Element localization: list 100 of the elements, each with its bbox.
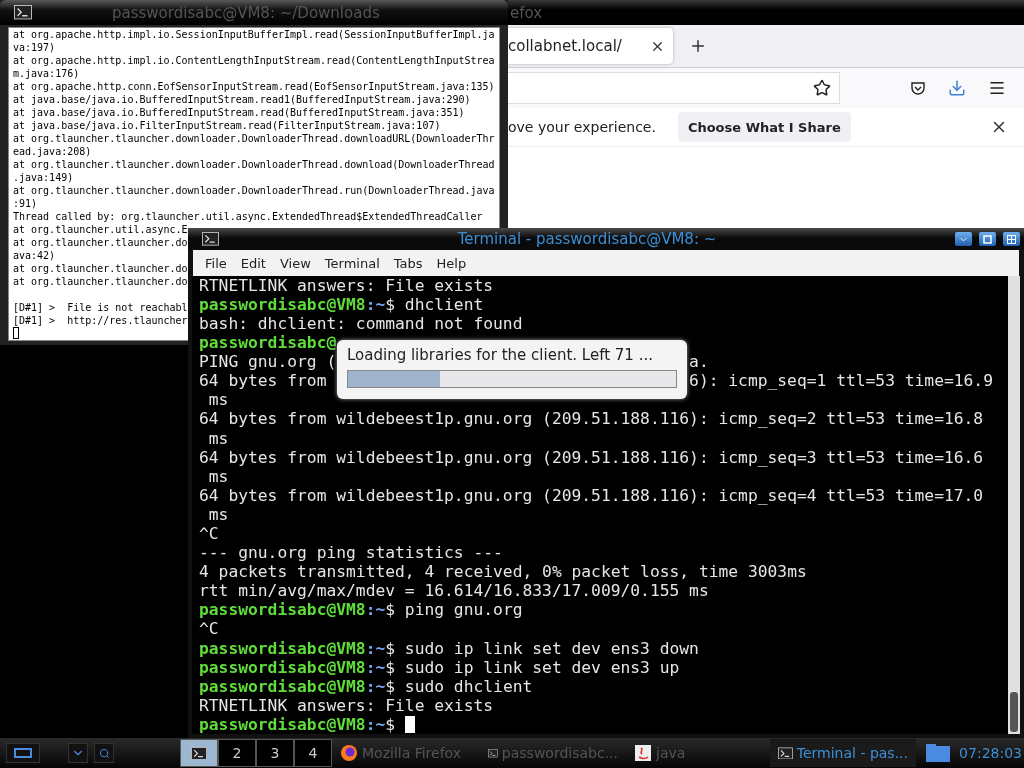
menu-item[interactable]: View bbox=[273, 253, 317, 273]
output-line: a. bbox=[689, 352, 709, 372]
prompt-user: passwordisabc@VM8 bbox=[199, 600, 366, 620]
output-line: ava:42) bbox=[13, 250, 56, 261]
terminal-icon bbox=[191, 746, 207, 760]
prompt-path: :~ bbox=[365, 714, 386, 734]
prompt-path: :~ bbox=[365, 600, 386, 620]
clock: 07:28:03 bbox=[959, 745, 1022, 761]
task-button[interactable]: Terminal - pas... bbox=[770, 739, 916, 767]
output-line: at org.apache.http.conn.EofSensorInputStream.read(EofSensorInputStream.java:135) bbox=[13, 81, 495, 92]
window-title: Terminal - passwordisabc@VM8: ~ bbox=[456, 230, 718, 249]
workspace-button[interactable] bbox=[180, 739, 218, 767]
search-icon bbox=[98, 747, 110, 759]
output-line: m.java:176) bbox=[13, 68, 80, 79]
output-line: at java.base/java.io.FilterInputStream.read(FilterInputStream.java:107) bbox=[13, 120, 441, 131]
prompt-user: passwordisabc@ bbox=[199, 333, 337, 353]
workspace-button[interactable]: 2 bbox=[218, 739, 256, 767]
menu-item[interactable]: Tabs bbox=[387, 253, 429, 273]
output-line: 6): icmp_seq=1 ttl=53 time=16.9 bbox=[689, 371, 993, 391]
prompt-user: passwordisabc@VM8 bbox=[199, 294, 366, 314]
command-text: $ bbox=[385, 714, 397, 734]
output-line: 64 bytes from wildebeest1p.gnu.org (209.51.188.116): icmp_seq=2 ttl=53 time=16.8 bbox=[199, 409, 984, 429]
prompt-path: :~ bbox=[365, 294, 386, 314]
minimize-button[interactable] bbox=[955, 232, 972, 247]
prompt-user: passwordisabc@VM8 bbox=[199, 638, 366, 658]
output-line: at org.tlauncher.util.async.E bbox=[13, 224, 188, 235]
menu-item[interactable]: File bbox=[199, 253, 233, 273]
command-text: $ sudo ip link set dev ens3 up bbox=[385, 657, 680, 677]
output-line: Thread called by: org.tlauncher.util.async.ExtendedThread$ExtendedThreadCaller bbox=[13, 211, 483, 222]
output-line: [D#1] > http://res.tlauncher bbox=[13, 315, 188, 326]
grid-icon bbox=[1007, 234, 1016, 244]
download-icon[interactable] bbox=[948, 79, 966, 97]
output-line: at java.base/java.io.BufferedInputStream.read(BufferedInputStream.java:351) bbox=[13, 107, 465, 118]
command-text: $ dhclient bbox=[385, 294, 484, 314]
output-line: 64 bytes from wildebeest1p.gnu.org (209.51.188.116): icmp_seq=3 ttl=53 time=16.6 bbox=[199, 447, 984, 467]
output-line: [D#1] > File is not reachabl bbox=[13, 302, 188, 313]
output-line: 4 packets transmitted, 4 received, 0% packet loss, time 3003ms bbox=[199, 562, 807, 582]
output-line: at org.tlauncher.tlauncher.do bbox=[13, 263, 188, 274]
output-line: rtt min/avg/max/mdev = 16.614/16.833/17.009/0.155 ms bbox=[199, 581, 709, 601]
output-line: RTNETLINK answers: File exists bbox=[199, 275, 494, 295]
prompt-path: :~ bbox=[365, 657, 386, 677]
terminal-icon bbox=[14, 5, 32, 20]
restore-button[interactable] bbox=[979, 232, 996, 247]
browser-tab[interactable]: collabnet.local/ bbox=[508, 28, 673, 64]
progress-message: Loading libraries for the client. Left 71 ... bbox=[347, 346, 654, 364]
command-text: $ sudo ip link set dev ens3 down bbox=[385, 638, 699, 658]
output-line: at org.tlauncher.tlauncher.do bbox=[13, 237, 188, 248]
prompt-path: :~ bbox=[365, 676, 386, 696]
scroll-thumb[interactable] bbox=[1010, 692, 1018, 732]
output-line: --- gnu.org ping statistics --- bbox=[199, 543, 503, 563]
maximize-button[interactable] bbox=[1003, 232, 1020, 247]
menu-item[interactable]: Terminal bbox=[318, 253, 386, 273]
search-button[interactable] bbox=[94, 743, 114, 763]
command-text: $ sudo dhclient bbox=[385, 676, 533, 696]
dropdown-button[interactable] bbox=[68, 743, 88, 763]
output-line: RTNETLINK answers: File exists bbox=[199, 695, 494, 715]
choose-button[interactable]: Choose What I Share bbox=[677, 112, 851, 142]
terminal-icon bbox=[778, 746, 793, 760]
prompt-user: passwordisabc@VM8 bbox=[199, 657, 366, 677]
output-line: ^C bbox=[199, 523, 219, 543]
star-icon[interactable] bbox=[813, 79, 831, 97]
terminal-icon bbox=[488, 746, 498, 760]
output-line: ^C bbox=[199, 619, 219, 639]
prompt-user: passwordisabc@VM8 bbox=[199, 714, 366, 734]
prompt-path: :~ bbox=[365, 638, 386, 658]
output-line: at org.tlauncher.tlauncher.downloader.DownloaderThread.download(DownloaderThread bbox=[13, 159, 495, 170]
command-text: $ ping gnu.org bbox=[385, 600, 523, 620]
square-icon bbox=[983, 234, 992, 244]
new-tab-icon[interactable] bbox=[689, 37, 707, 55]
output-line: at org.tlauncher.tlauncher.downloader.DownloaderThread.downloadURL(DownloaderThr bbox=[13, 133, 495, 144]
window-list-button[interactable] bbox=[6, 743, 40, 763]
output-line: ead.java:208) bbox=[13, 146, 92, 157]
output-line: bash: dhclient: command not found bbox=[199, 313, 523, 333]
menu-item[interactable]: Edit bbox=[234, 253, 272, 273]
window-icon bbox=[14, 748, 32, 758]
output-line: at org.tlauncher.tlauncher.do bbox=[13, 276, 188, 287]
output-line: at java.base/java.io.BufferedInputStream.read1(BufferedInputStream.java:290) bbox=[13, 94, 471, 105]
output-line: ms bbox=[207, 390, 229, 410]
prompt-user: passwordisabc@VM8 bbox=[199, 676, 366, 696]
workspace-button[interactable]: 3 bbox=[256, 739, 294, 767]
output-line: at org.apache.http.impl.io.SessionInputBufferImpl.read(SessionInputBufferImpl.ja bbox=[13, 29, 495, 40]
output-line: ms bbox=[207, 428, 229, 448]
output-line: ms bbox=[207, 466, 229, 486]
address-field[interactable] bbox=[508, 72, 840, 104]
window-title: passwordisabc@VM8: ~/Downloads bbox=[112, 3, 380, 22]
menu-icon[interactable] bbox=[988, 79, 1006, 97]
output-line: 64 bytes from bbox=[199, 371, 328, 391]
menu-item[interactable]: Help bbox=[430, 253, 473, 273]
output-line: PING gnu.org ( bbox=[199, 352, 337, 372]
output-line: .java:149) bbox=[13, 172, 74, 183]
workspace-button[interactable]: 4 bbox=[294, 739, 332, 767]
output-line: :91) bbox=[13, 198, 38, 209]
output-line: ms bbox=[207, 504, 229, 524]
output-line: 64 bytes from wildebeest1p.gnu.org (209.51.188.116): icmp_seq=4 ttl=53 time=17.0 bbox=[199, 485, 984, 505]
pocket-icon[interactable] bbox=[910, 80, 926, 96]
notification-text: ove your experience. bbox=[508, 119, 656, 135]
scrollbar[interactable] bbox=[1008, 275, 1020, 734]
output-line: at org.apache.http.impl.io.ContentLengthInputStream.read(ContentLengthInputStrea bbox=[13, 55, 495, 66]
folder-icon[interactable] bbox=[925, 743, 952, 763]
output-line: va:197) bbox=[13, 42, 56, 53]
